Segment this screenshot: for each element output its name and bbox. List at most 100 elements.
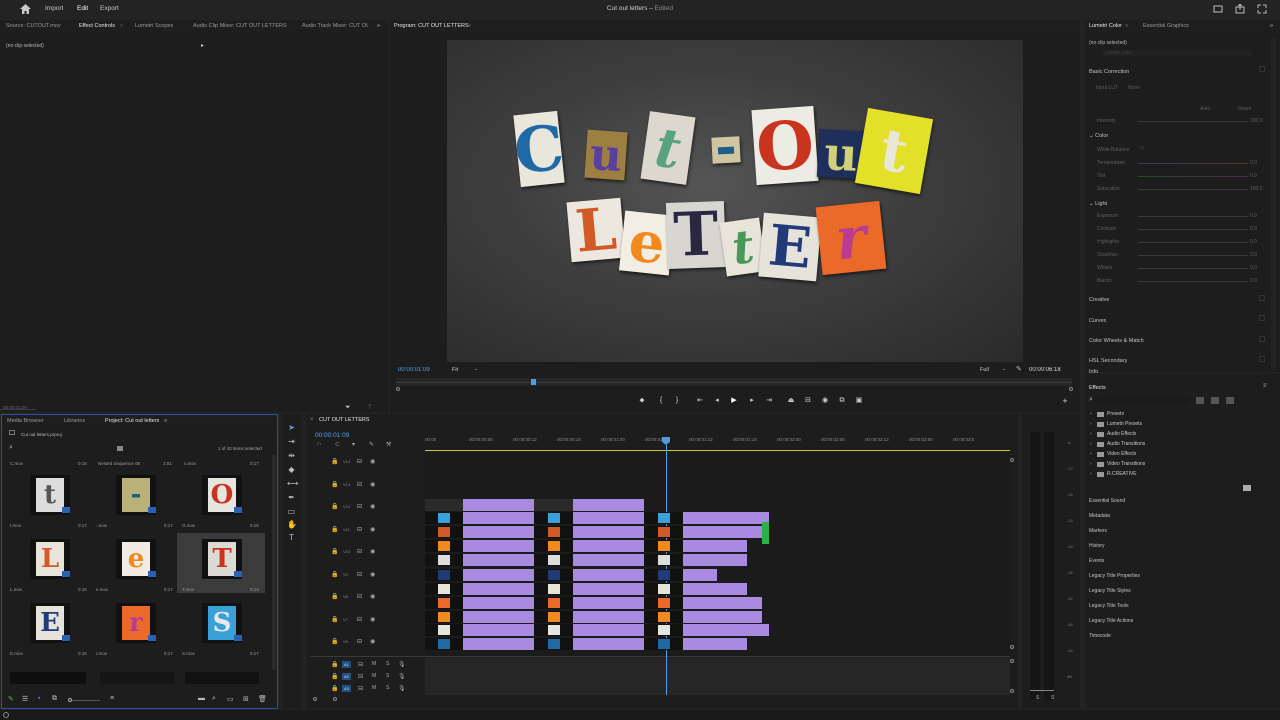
timeline-clip[interactable] xyxy=(463,554,534,566)
new-item-icon[interactable]: ⊞ xyxy=(243,695,249,703)
basic-correction-toggle[interactable] xyxy=(1259,66,1265,72)
track-lock-icon[interactable]: 🔒 xyxy=(331,593,338,600)
timeline-clip[interactable] xyxy=(683,526,769,538)
clip-thumbnail[interactable] xyxy=(425,638,463,650)
mark-in-icon[interactable]: { xyxy=(657,397,665,405)
tab-menu-icon[interactable]: ≡ xyxy=(120,23,123,29)
reset-button[interactable]: Reset xyxy=(1238,106,1251,112)
new-bin-icon[interactable] xyxy=(1243,485,1251,491)
tab-media-browser[interactable]: Media Browser xyxy=(7,418,44,424)
automate-sequence-icon[interactable]: ▬ xyxy=(198,695,205,702)
clip-thumbnail[interactable] xyxy=(425,597,463,609)
project-menu-icon[interactable]: ≡ xyxy=(164,418,167,424)
panel-tab[interactable]: Legacy Title Properties xyxy=(1089,573,1140,579)
clip-thumbnail[interactable] xyxy=(534,499,573,511)
project-scrollbar[interactable] xyxy=(272,455,276,670)
lumetri-menu-icon[interactable]: ≡ xyxy=(1125,23,1128,29)
mute-button[interactable]: M xyxy=(372,685,376,691)
tab-lumetri-scopes[interactable]: Lumetri Scopes xyxy=(135,23,173,29)
track-name[interactable]: V6 xyxy=(343,639,348,644)
expand-arrow-icon[interactable]: ▸ xyxy=(201,42,204,49)
timeline-clip[interactable] xyxy=(463,569,534,581)
eye-icon[interactable]: ◉ xyxy=(370,481,375,488)
track-lock-icon[interactable]: 🔒 xyxy=(331,481,338,488)
clip-thumbnail[interactable] xyxy=(425,512,463,524)
mute-button[interactable]: M xyxy=(372,673,376,679)
lift-icon[interactable]: ⏏ xyxy=(787,397,795,405)
saturation-value[interactable]: 100.0 xyxy=(1250,186,1263,192)
program-menu-icon[interactable]: ≡ xyxy=(468,23,471,29)
timeline-clip[interactable] xyxy=(463,638,534,650)
horizontal-scroll-handle[interactable] xyxy=(313,697,317,701)
sync-lock-icon[interactable]: ⊟ xyxy=(358,661,363,668)
contrast-value[interactable]: 0.0 xyxy=(1250,226,1257,232)
lumetri-scrollbar[interactable] xyxy=(1271,38,1276,370)
track-name[interactable]: A3 xyxy=(344,686,349,691)
panel-tab[interactable]: Essential Sound xyxy=(1089,498,1125,504)
effects-menu-icon[interactable]: ≡ xyxy=(1263,383,1267,389)
settings-wrench-icon[interactable]: ✎ xyxy=(1016,365,1022,373)
clip-thumbnail[interactable] xyxy=(644,597,683,609)
quick-export-icon[interactable] xyxy=(1235,4,1245,14)
track-lock-icon[interactable]: 🔒 xyxy=(331,673,338,680)
clip-thumbnail[interactable] xyxy=(425,624,463,636)
timeline-clip[interactable] xyxy=(573,569,644,581)
multicam-icon[interactable]: ▣ xyxy=(855,397,863,405)
solo-button[interactable]: S xyxy=(386,685,389,691)
program-timecode[interactable]: 00:00:01:09 xyxy=(398,367,430,373)
more-tabs-icon[interactable]: » xyxy=(377,23,380,29)
timeline-clip[interactable] xyxy=(463,499,534,511)
lumetri-clip-field[interactable]: Lumetri Color xyxy=(1102,50,1252,56)
whites-slider[interactable] xyxy=(1138,268,1248,269)
clip-thumbnail[interactable] xyxy=(644,554,683,566)
saturation-slider[interactable] xyxy=(1138,189,1248,190)
hsl-secondary-section[interactable]: HSL Secondary xyxy=(1089,358,1127,364)
timeline-clip[interactable] xyxy=(463,611,534,623)
track-name[interactable]: V10 xyxy=(343,549,350,554)
panel-tab[interactable]: Timecode xyxy=(1089,633,1111,639)
timeline-clip[interactable] xyxy=(463,624,534,636)
effects-folder[interactable]: Video Transitions xyxy=(1107,461,1145,467)
effects-panel-tab[interactable]: Effects xyxy=(1089,385,1106,391)
track-name[interactable]: V11 xyxy=(343,527,350,532)
captions-icon[interactable]: ⚒ xyxy=(386,441,391,448)
panel-tab[interactable]: Legacy Title Actions xyxy=(1089,618,1133,624)
timeline-clip[interactable] xyxy=(573,611,644,623)
tab-source[interactable]: Source: CUTOUT.mov xyxy=(6,23,61,29)
tint-slider[interactable] xyxy=(1138,176,1248,177)
clip-thumbnail[interactable] xyxy=(534,569,573,581)
track-lock-icon[interactable]: 🔒 xyxy=(331,638,338,645)
shadows-value[interactable]: 0.0 xyxy=(1250,252,1257,258)
input-lut-value[interactable]: None xyxy=(1128,85,1140,91)
tab-program[interactable]: Program: CUT OUT LETTERS xyxy=(394,23,469,29)
add-marker-icon[interactable]: ⬥ xyxy=(638,397,646,405)
mute-button[interactable]: M xyxy=(372,661,376,667)
audio-zoom-handle[interactable] xyxy=(1010,689,1014,693)
timeline-clip[interactable] xyxy=(463,540,534,552)
eye-icon[interactable]: ◉ xyxy=(370,616,375,623)
zoom-slider[interactable] xyxy=(72,700,100,701)
program-video-frame[interactable]: C u t O u t L e T t E r xyxy=(447,40,1023,362)
scrubber-end-handle[interactable] xyxy=(1069,387,1073,391)
clip-thumbnail[interactable] xyxy=(425,526,463,538)
panel-tab[interactable]: Metadata xyxy=(1089,513,1110,519)
panel-tab[interactable]: Legacy Title Styles xyxy=(1089,588,1131,594)
effects-folder[interactable]: Presets xyxy=(1107,411,1124,417)
transition-marker[interactable] xyxy=(762,522,769,544)
sync-lock-icon[interactable]: ⊟ xyxy=(358,673,363,680)
voiceover-icon[interactable]: 🎙 xyxy=(398,685,406,692)
slip-tool-icon[interactable]: ⟷ xyxy=(287,479,298,488)
pencil-icon[interactable]: ✎ xyxy=(8,695,14,703)
play-icon[interactable]: ▶ xyxy=(730,397,738,405)
eye-icon[interactable]: ◉ xyxy=(370,571,375,578)
exposure-slider[interactable] xyxy=(1138,216,1248,217)
track-name[interactable]: A2 xyxy=(344,674,349,679)
32bit-effects-icon[interactable] xyxy=(1211,397,1219,404)
effects-folder[interactable]: Audio Transitions xyxy=(1107,441,1145,447)
clip-thumbnail[interactable] xyxy=(534,597,573,609)
expand-arrow-icon[interactable]: › xyxy=(1090,461,1092,467)
track-name[interactable]: V9 xyxy=(343,572,348,577)
timeline-clip[interactable] xyxy=(573,512,644,524)
tab-audio-track-mixer[interactable]: Audio Track Mixer: CUT OUT xyxy=(302,23,368,29)
timeline-clip[interactable] xyxy=(683,554,747,566)
